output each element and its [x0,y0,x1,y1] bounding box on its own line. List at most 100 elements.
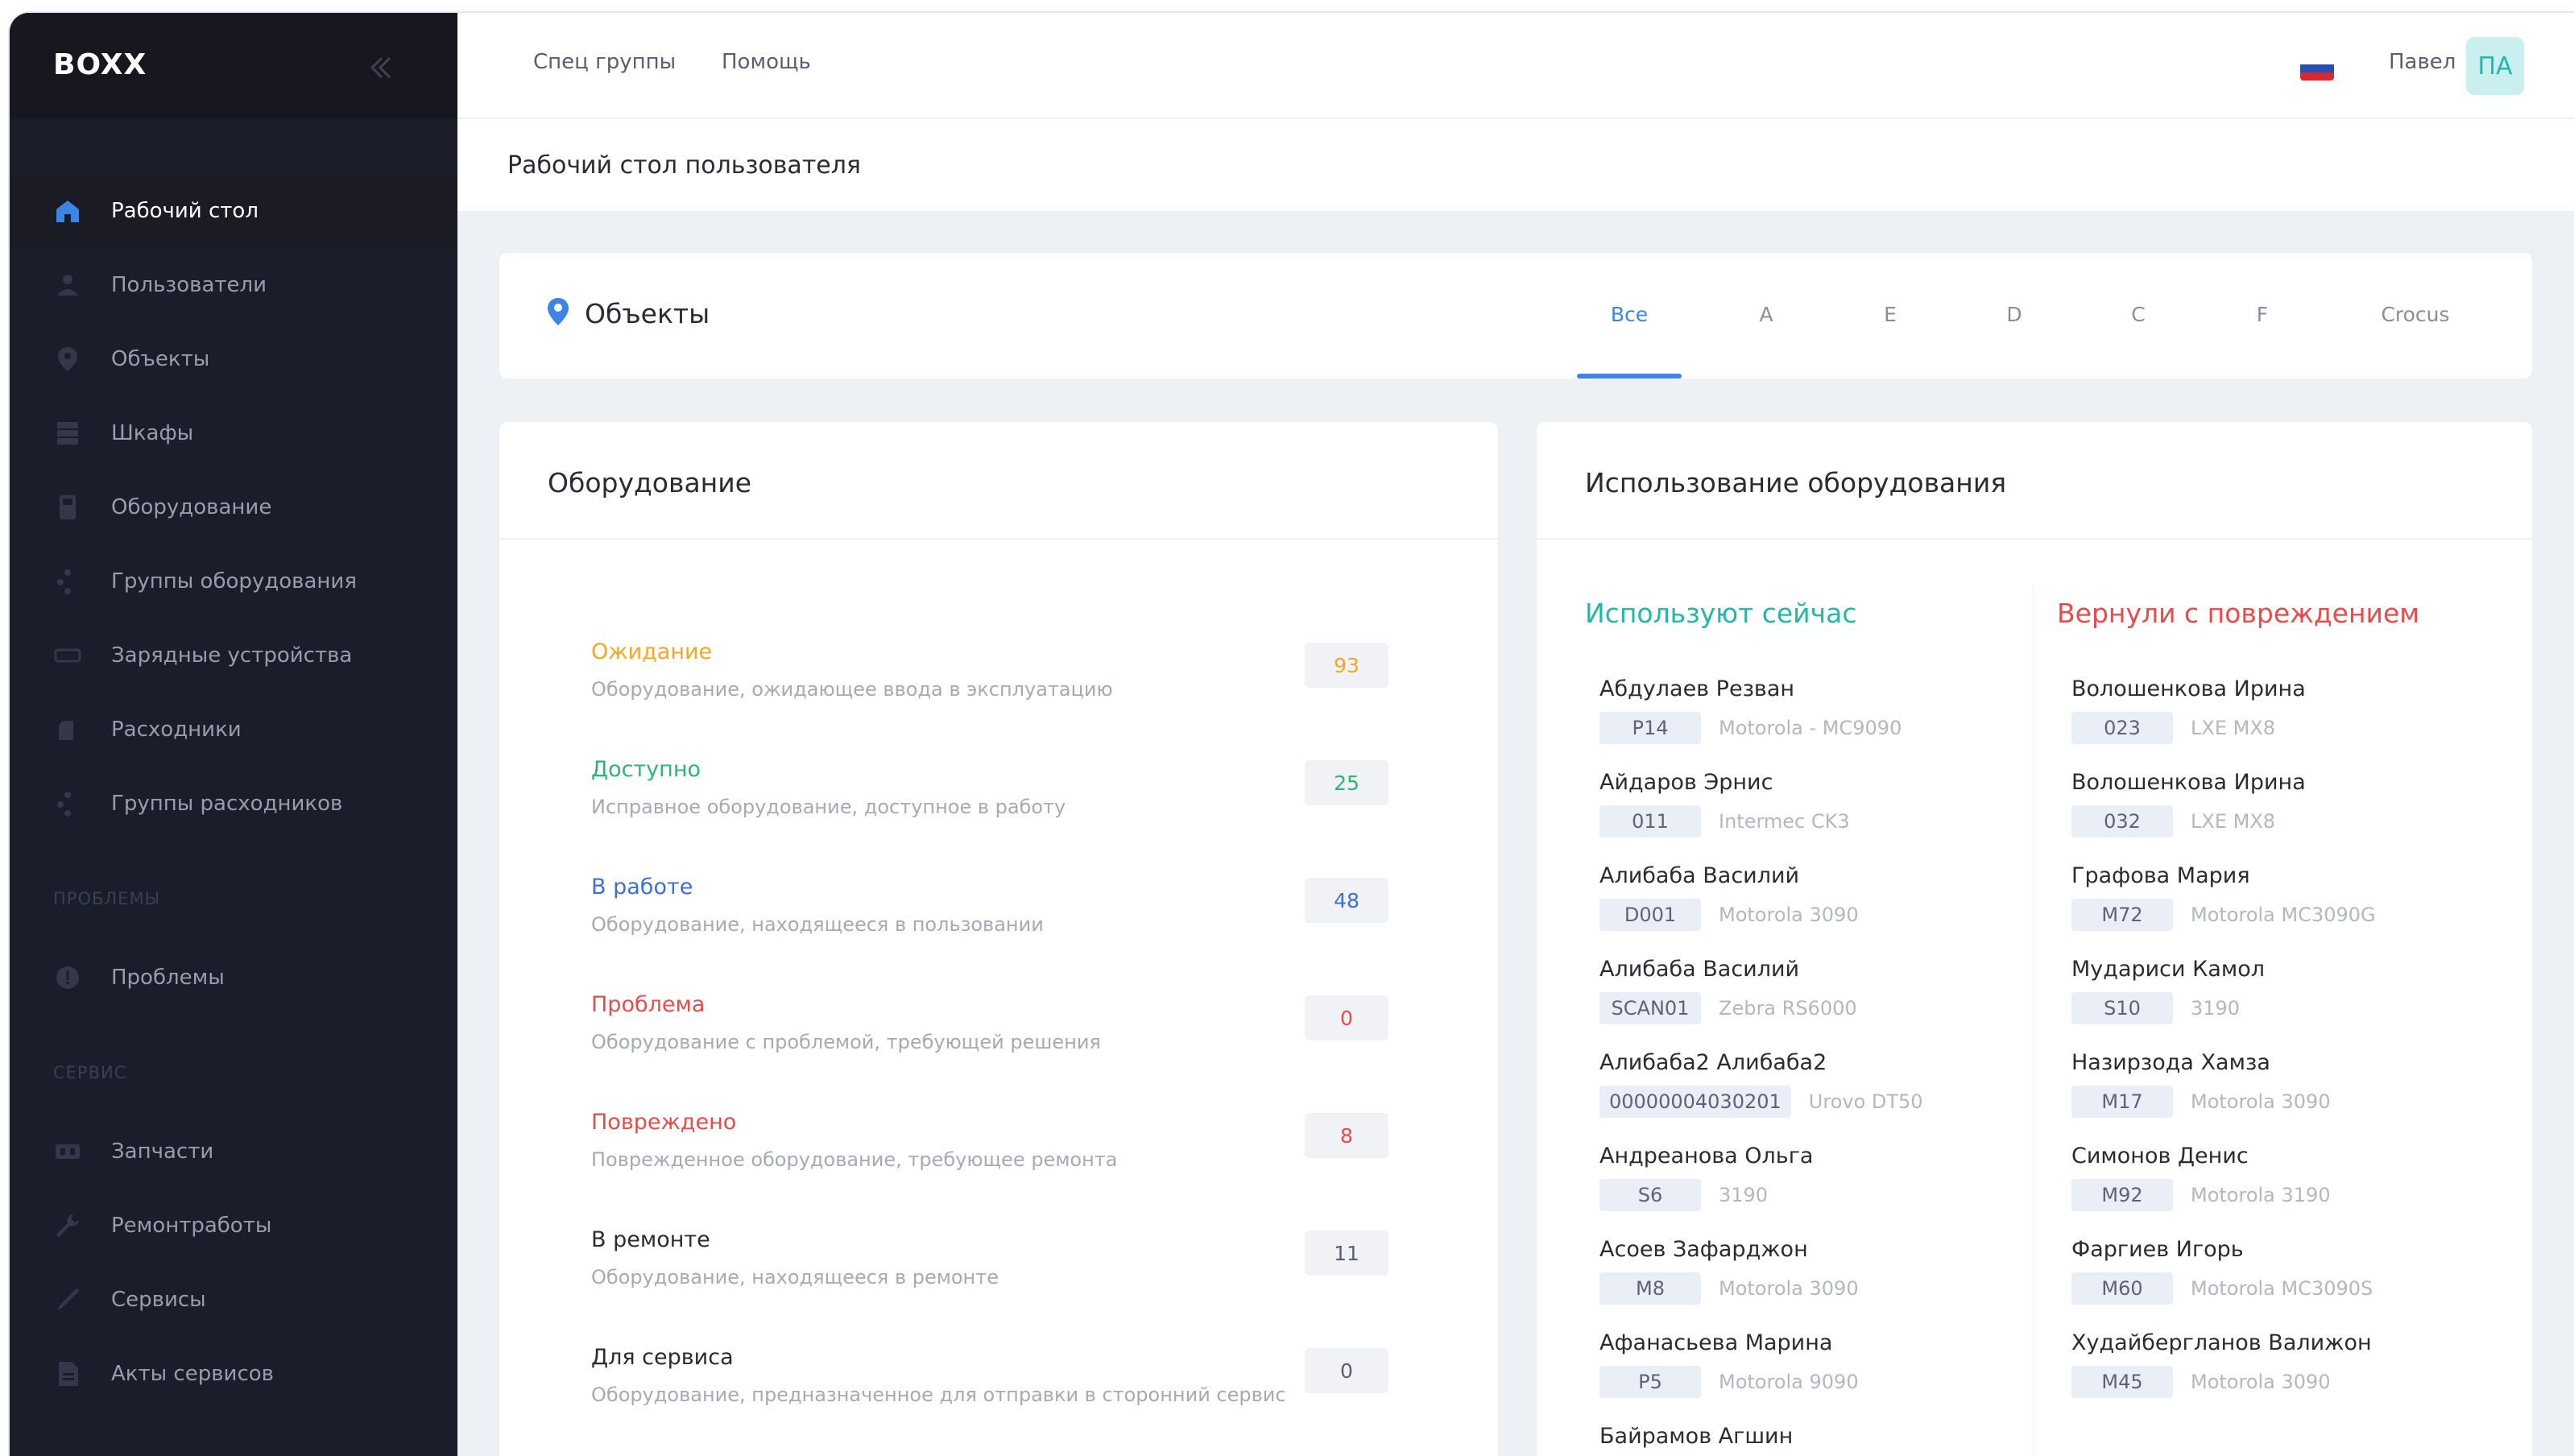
tab-f[interactable]: F [2250,303,2274,326]
person-name: Симонов Денис [2071,1144,2249,1169]
sidebar-item-services[interactable]: Сервисы [10,1263,457,1337]
sidebar-item-objects[interactable]: Объекты [10,322,457,396]
status-name: Ожидание [591,639,713,664]
sidebar-item-label: Объекты [111,347,210,371]
list-item[interactable]: Афанасьева Марина P5 Motorola 9090 [1599,1330,2051,1419]
status-row-in-work[interactable]: В работе Оборудование, находящееся в пол… [591,875,1477,971]
list-item[interactable]: Алибаба Василий SCAN01 Zebra RS6000 [1599,957,2051,1045]
tool-icon [53,1285,82,1314]
list-item[interactable]: Абдулаев Резван P14 Motorola - MC9090 [1599,676,2051,765]
device-model: Urovo DT50 [1808,1090,1923,1113]
top-link-help[interactable]: Помощь [722,50,811,74]
objects-title: Объекты [585,298,710,329]
device-model: Motorola 3090 [1719,904,1859,926]
top-link-special-groups[interactable]: Спец группы [533,50,676,74]
parts-icon [53,1137,82,1166]
list-item[interactable]: Волошенкова Ирина 023 LXE MX8 [2071,676,2522,765]
status-description: Оборудование с проблемой, требующей реше… [591,1031,1101,1053]
list-item[interactable]: Графова Мария M72 Motorola MC3090G [2071,863,2522,952]
consumables-icon [53,715,82,744]
list-item[interactable]: Симонов Денис M92 Motorola 3190 [2071,1144,2522,1232]
sidebar-item-desktop[interactable]: Рабочий стол [10,174,457,248]
sidebar-item-parts[interactable]: Запчасти [10,1115,457,1189]
device-model: 3190 [2191,997,2241,1020]
tab-d[interactable]: D [2002,303,2026,326]
list-item[interactable]: Айдаров Эрнис 011 Intermec CK3 [1599,770,2051,858]
list-item[interactable]: Фаргиев Игорь M60 Motorola MC3090S [2071,1237,2522,1326]
sidebar-item-chargers[interactable]: Зарядные устройства [10,618,457,693]
page-title: Рабочий стол пользователя [507,151,861,180]
group-icon [53,789,82,818]
status-row-for-service[interactable]: Для сервиса Оборудование, предназначенно… [591,1345,1477,1442]
status-row-damaged[interactable]: Повреждено Поврежденное оборудование, тр… [591,1110,1477,1206]
device-model: Motorola 3190 [2191,1184,2331,1206]
status-row-in-repair[interactable]: В ремонте Оборудование, находящееся в ре… [591,1227,1477,1324]
list-item[interactable]: Андреанова Ольга S6 3190 [1599,1144,2051,1232]
collapse-sidebar-icon[interactable] [362,48,401,87]
tab-e[interactable]: E [1878,303,1902,326]
sidebar-item-problems[interactable]: Проблемы [10,941,457,1015]
status-count-badge[interactable]: 0 [1305,995,1388,1040]
cabinet-icon [53,419,82,448]
app-logo[interactable]: BOXX [53,48,147,81]
status-row-waiting[interactable]: Ожидание Оборудование, ожидающее ввода в… [591,639,1477,736]
device-code-badge: 011 [1599,805,1701,838]
person-meta: 00000004030201 Urovo DT50 [1599,1086,1923,1118]
sidebar-item-users[interactable]: Пользователи [10,248,457,322]
sidebar-section-problems: ПРОБЛЕМЫ [53,889,161,908]
list-item[interactable]: Асоев Зафарджон M8 Motorola 3090 [1599,1237,2051,1326]
person-name: Асоев Зафарджон [1599,1237,1808,1262]
status-description: Оборудование, находящееся в пользовании [591,913,1044,936]
status-count-badge[interactable]: 25 [1305,760,1388,805]
device-code-badge: M8 [1599,1272,1701,1305]
list-item[interactable]: Назирзода Хамза M17 Motorola 3090 [2071,1050,2522,1139]
device-code-badge: S6 [1599,1179,1701,1211]
status-count-badge[interactable]: 11 [1305,1231,1388,1276]
status-count-badge[interactable]: 8 [1305,1113,1388,1158]
device-code-badge: M72 [2071,899,2173,931]
russia-flag-icon[interactable] [2300,56,2334,81]
status-count-badge[interactable]: 0 [1305,1348,1388,1393]
person-name: Алибаба Василий [1599,863,1800,888]
status-name: В работе [591,875,693,900]
sidebar-nav: Рабочий стол Пользователи Объекты Шкафы [10,174,457,1411]
device-model: Motorola 3090 [1719,1277,1859,1300]
sidebar-item-equipment[interactable]: Оборудование [10,470,457,544]
status-count-badge[interactable]: 48 [1305,878,1388,923]
list-item[interactable]: Байрамов Агшин [1599,1424,2051,1456]
sidebar-item-cabinets[interactable]: Шкафы [10,396,457,470]
person-name: Алибаба2 Алибаба2 [1599,1050,1827,1075]
user-name[interactable]: Павел [2389,50,2456,74]
sidebar: BOXX Рабочий стол Пользователи Объекты Ш… [10,13,457,1456]
list-item[interactable]: Худайбергланов Валижон M45 Motorola 3090 [2071,1330,2522,1419]
sidebar-item-label: Сервисы [111,1288,206,1312]
list-item[interactable]: Волошенкова Ирина 032 LXE MX8 [2071,770,2522,858]
list-item[interactable]: Алибаба2 Алибаба2 00000004030201 Urovo D… [1599,1050,2051,1139]
objects-card: Объекты Все A E D C F Crocus [499,253,2532,378]
sidebar-item-consumable-groups[interactable]: Группы расходников [10,767,457,841]
person-meta: P14 Motorola - MC9090 [1599,712,1902,744]
list-item[interactable]: Алибаба Василий D001 Motorola 3090 [1599,863,2051,952]
location-pin-icon [546,296,570,330]
status-row-problem[interactable]: Проблема Оборудование с проблемой, требу… [591,992,1477,1089]
status-row-available[interactable]: Доступно Исправное оборудование, доступн… [591,757,1477,854]
tab-c[interactable]: C [2126,303,2150,326]
list-item[interactable]: Мудариси Камол S10 3190 [2071,957,2522,1045]
tab-all[interactable]: Все [1609,303,1649,326]
person-meta: M45 Motorola 3090 [2071,1366,2331,1398]
device-code-badge: D001 [1599,899,1701,931]
active-tab-indicator [1577,374,1682,378]
sidebar-item-label: Запчасти [111,1140,214,1164]
sidebar-item-label: Группы расходников [111,792,343,816]
tab-crocus[interactable]: Crocus [2371,303,2460,326]
sidebar-item-repairs[interactable]: Ремонтработы [10,1189,457,1263]
sidebar-item-service-acts[interactable]: Акты сервисов [10,1337,457,1411]
status-description: Оборудование, ожидающее ввода в эксплуат… [591,678,1113,701]
status-description: Исправное оборудование, доступное в рабо… [591,796,1066,818]
status-count-badge[interactable]: 93 [1305,643,1388,688]
sidebar-item-consumables[interactable]: Расходники [10,693,457,767]
in-use-title: Используют сейчас [1585,598,1857,629]
tab-a[interactable]: A [1754,303,1778,326]
avatar[interactable]: ПА [2466,37,2524,95]
sidebar-item-equipment-groups[interactable]: Группы оборудования [10,544,457,618]
